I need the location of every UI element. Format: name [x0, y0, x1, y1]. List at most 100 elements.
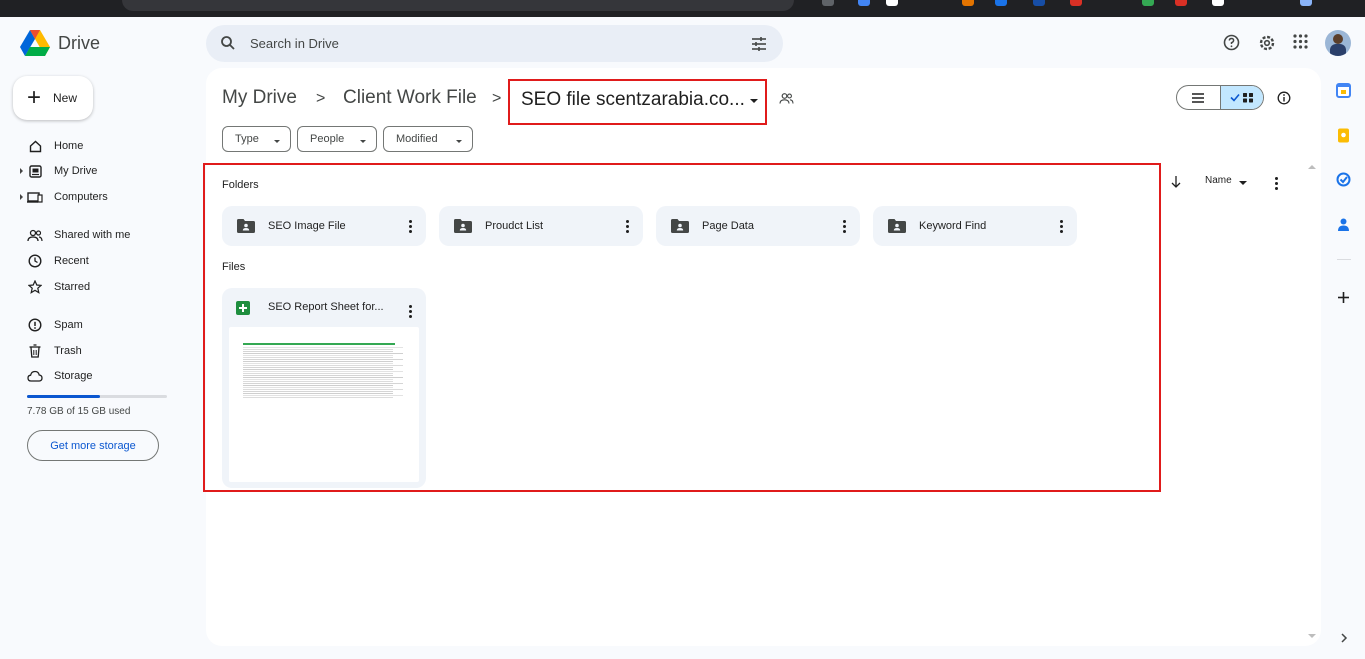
storage-usage-bar	[27, 395, 167, 398]
sidebar-item-trash[interactable]: Trash	[20, 341, 82, 361]
people-icon	[27, 227, 43, 243]
expand-caret-icon[interactable]	[20, 168, 23, 174]
grid-view-button[interactable]	[1219, 86, 1263, 109]
chevron-down-icon	[1239, 181, 1247, 185]
spreadsheet-preview-row	[243, 347, 403, 348]
add-addon-icon[interactable]	[1336, 290, 1351, 305]
spreadsheet-preview-row	[243, 391, 393, 392]
side-panel-rail	[1322, 68, 1365, 659]
get-more-storage-button[interactable]: Get more storage	[27, 430, 159, 461]
sidebar-item-spam[interactable]: Spam	[20, 315, 83, 335]
extension-icon[interactable]	[1033, 0, 1045, 6]
check-grid-icon	[1230, 93, 1253, 103]
storage-usage-fill	[27, 395, 100, 398]
filter-people-chip[interactable]: People	[297, 126, 377, 152]
sidebar-item-home[interactable]: Home	[20, 136, 83, 156]
search-bar[interactable]: Search in Drive	[206, 25, 783, 62]
sidebar-item-label: Recent	[54, 255, 89, 267]
expand-caret-icon[interactable]	[20, 194, 23, 200]
list-icon	[1192, 92, 1205, 103]
scroll-down-arrow-icon[interactable]	[1308, 634, 1316, 638]
more-options-icon[interactable]	[626, 220, 629, 233]
extension-icon[interactable]	[886, 0, 898, 6]
search-options-icon[interactable]	[751, 36, 767, 51]
file-item[interactable]: SEO Report Sheet for...	[222, 288, 426, 488]
files-section-label: Files	[222, 261, 246, 273]
sidebar-item-recent[interactable]: Recent	[20, 251, 89, 271]
extension-icon[interactable]	[822, 0, 834, 6]
filter-type-chip[interactable]: Type	[222, 126, 291, 152]
drive-logo[interactable]: Drive	[20, 30, 100, 56]
sidebar-item-storage[interactable]: Storage	[20, 366, 93, 386]
chevron-down-icon	[456, 140, 462, 143]
sort-label: Name	[1205, 175, 1232, 186]
sidebar-item-label: My Drive	[54, 165, 98, 177]
new-button-label: New	[53, 91, 78, 105]
sidebar-item-computers[interactable]: Computers	[20, 187, 108, 207]
storage-usage-text: 7.78 GB of 15 GB used	[27, 406, 131, 417]
spreadsheet-preview-row	[243, 373, 393, 374]
shared-folder-icon[interactable]	[779, 92, 794, 105]
chevron-down-icon	[274, 140, 280, 143]
spreadsheet-preview-row	[243, 389, 403, 390]
browser-address-bar[interactable]	[122, 0, 794, 11]
folder-item[interactable]: Keyword Find	[873, 206, 1077, 246]
chevron-right-icon[interactable]	[1340, 633, 1348, 643]
scroll-up-arrow-icon[interactable]	[1308, 165, 1316, 169]
extension-icon[interactable]	[858, 0, 870, 6]
folder-item[interactable]: Page Data	[656, 206, 860, 246]
breadcrumb-item-client-work-file[interactable]: Client Work File	[343, 87, 477, 109]
search-icon[interactable]	[220, 35, 236, 51]
spreadsheet-preview-row	[243, 383, 403, 384]
current-folder-dropdown[interactable]: SEO file scentzarabia.co...	[508, 79, 767, 125]
folder-item[interactable]: Proudct List	[439, 206, 643, 246]
app-name: Drive	[58, 32, 101, 53]
more-options-icon[interactable]	[409, 220, 412, 233]
more-options-icon[interactable]	[843, 220, 846, 233]
shared-folder-icon	[237, 219, 255, 233]
chevron-down-icon	[750, 99, 758, 103]
avatar[interactable]	[1325, 30, 1351, 56]
search-input[interactable]: Search in Drive	[250, 36, 339, 51]
more-options-icon[interactable]	[1275, 177, 1278, 190]
extension-icon[interactable]	[1175, 0, 1187, 6]
folder-item[interactable]: SEO Image File	[222, 206, 426, 246]
extension-icon[interactable]	[1142, 0, 1154, 6]
tasks-icon[interactable]	[1336, 172, 1351, 187]
drive-logo-icon	[20, 30, 50, 56]
spreadsheet-preview-row	[243, 363, 393, 364]
folder-name: Page Data	[702, 220, 754, 232]
spreadsheet-preview-row	[243, 367, 393, 368]
list-view-button[interactable]	[1177, 86, 1220, 109]
view-toggle[interactable]	[1176, 85, 1264, 110]
more-options-icon[interactable]	[1060, 220, 1063, 233]
settings-icon[interactable]	[1258, 34, 1276, 52]
info-icon[interactable]	[1277, 91, 1291, 105]
more-options-icon[interactable]	[409, 305, 412, 318]
sidebar-item-label: Spam	[54, 319, 83, 331]
sidebar-item-my-drive[interactable]: My Drive	[20, 161, 97, 181]
contacts-icon[interactable]	[1336, 217, 1351, 232]
calendar-icon[interactable]	[1336, 83, 1351, 98]
spreadsheet-preview-row	[243, 393, 393, 394]
sidebar-item-starred[interactable]: Starred	[20, 277, 90, 297]
extension-icon[interactable]	[1070, 0, 1082, 6]
clock-icon	[27, 253, 43, 269]
file-thumbnail[interactable]	[229, 327, 419, 482]
sort-by-name-button[interactable]: Name	[1205, 175, 1232, 186]
extension-icon[interactable]	[1212, 0, 1224, 6]
help-icon[interactable]	[1223, 34, 1240, 51]
profile-icon[interactable]	[1300, 0, 1312, 6]
spreadsheet-preview-row	[243, 395, 403, 396]
filter-modified-chip[interactable]: Modified	[383, 126, 473, 152]
keep-icon[interactable]	[1336, 128, 1351, 143]
extension-icon[interactable]	[962, 0, 974, 6]
breadcrumb-item-my-drive[interactable]: My Drive	[222, 87, 297, 109]
sidebar-item-shared-with-me[interactable]: Shared with me	[20, 225, 130, 245]
new-button[interactable]: + New	[13, 76, 93, 120]
browser-tab-strip	[0, 0, 1365, 17]
apps-grid-icon[interactable]	[1293, 34, 1308, 49]
folder-name: Proudct List	[485, 220, 544, 232]
sort-direction-arrow-icon[interactable]	[1171, 176, 1181, 188]
extension-icon[interactable]	[995, 0, 1007, 6]
